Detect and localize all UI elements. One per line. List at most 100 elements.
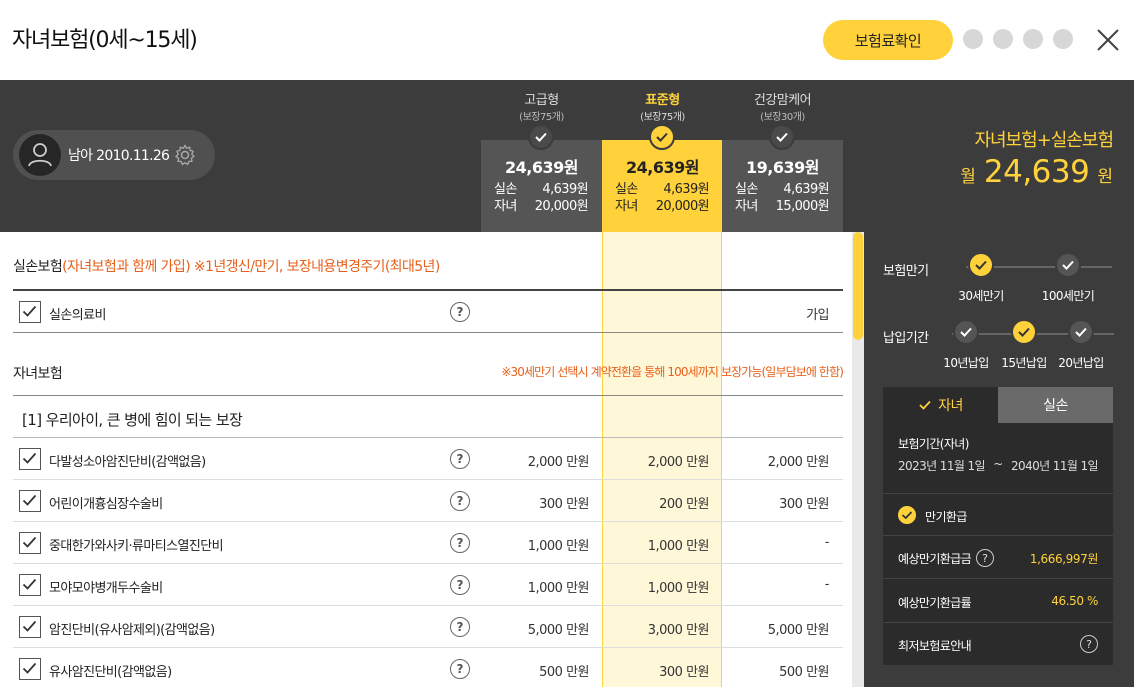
row-value-standard: 2,000 만원	[647, 455, 710, 470]
period-dates: 2023년 11월 1일 ~ 2040년 11월 1일	[898, 457, 1099, 474]
check-icon	[1075, 327, 1087, 337]
help-icon[interactable]: ?	[450, 491, 470, 511]
row-value-standard: 200 만원	[659, 497, 709, 512]
checkbox[interactable]	[19, 301, 41, 323]
table-row: 암진단비(유사암제외)(감액없음) ? 5,000 만원 3,000 만원 5,…	[13, 606, 843, 648]
row-value-standard: 1,000 만원	[647, 581, 710, 596]
help-icon[interactable]: ?	[1080, 635, 1098, 653]
payment-option-15[interactable]	[1011, 319, 1037, 345]
tab-child[interactable]: 자녀	[883, 387, 998, 423]
help-icon[interactable]: ?	[976, 549, 994, 567]
row-value-health: 500 만원	[779, 665, 829, 680]
plan-premium[interactable]: 고급형 (보장75개) 24,639원 실손 4,639원 자녀 20,000원	[481, 80, 602, 232]
plan-price-box: 24,639원 실손 4,639원 자녀 20,000원	[602, 140, 723, 232]
summary-amount: 월 24,639 원	[960, 154, 1113, 190]
plan-coverage-count: (보장30개)	[760, 112, 805, 123]
step-dot	[993, 29, 1013, 49]
check-circle-icon	[898, 506, 916, 524]
maturity-option-100[interactable]	[1055, 252, 1081, 278]
detail-tabs: 자녀 실손	[883, 387, 1113, 423]
row-value-health: 300 만원	[779, 497, 829, 512]
plan-coverage-count: (보장75개)	[519, 112, 564, 123]
row-value-standard: 3,000 만원	[647, 623, 710, 638]
section-title-child: 자녀보험	[13, 366, 63, 382]
check-icon	[1062, 260, 1074, 270]
coverage-table[interactable]: 실손보험(자녀보험과 함께 가입) ※1년갱신/만기, 보장내용변경주기(최대5…	[0, 232, 852, 687]
payment-label: 납입기간	[883, 331, 929, 346]
help-icon[interactable]: ?	[450, 302, 470, 322]
plan-price: 24,639원	[626, 158, 699, 177]
table-row: 모야모야병개두수술비 ? 1,000 만원 1,000 만원 -	[13, 564, 843, 606]
check-premium-button[interactable]: 보험료확인	[823, 20, 953, 60]
step-dot	[1023, 29, 1043, 49]
summary-unit: 원	[1097, 167, 1113, 187]
table-row: 다발성소아암진단비(감액없음) ? 2,000 만원 2,000 만원 2,00…	[13, 438, 843, 480]
plan-child-row: 자녀 20,000원	[615, 195, 710, 214]
expected-refund-label: 예상만기환급금	[898, 552, 972, 566]
section-note-child: ※30세만기 선택시 계약전환을 통해 100세까지 보장가능(일부담보에 한함…	[501, 365, 844, 379]
profile-label: 남아 2010.11.26	[68, 148, 170, 164]
plan-coverage-count: (보장75개)	[640, 112, 685, 123]
plan-name: 표준형	[645, 93, 680, 108]
help-icon[interactable]: ?	[450, 575, 470, 595]
top-bar: 자녀보험(0세~15세) 보험료확인	[0, 0, 1134, 80]
row-value-premium: 500 만원	[539, 665, 589, 680]
maturity-option-label: 30세만기	[958, 289, 1004, 303]
row-value-premium: 1,000 만원	[527, 539, 590, 554]
check-icon	[975, 260, 987, 270]
row-value-standard: 300 만원	[659, 665, 709, 680]
checkbox[interactable]	[19, 574, 41, 596]
row-value-health: 5,000 만원	[767, 623, 830, 638]
row-value-standard: 1,000 만원	[647, 539, 710, 554]
plan-price: 24,639원	[505, 158, 578, 177]
maturity-label: 보험만기	[883, 264, 929, 279]
payment-option-label: 20년납입	[1058, 356, 1104, 370]
plan-child-row: 자녀 15,000원	[735, 195, 830, 214]
row-value: 20,000원	[655, 199, 710, 214]
plan-standard[interactable]: 표준형 (보장75개) 24,639원 실손 4,639원 자녀 20,000원	[602, 80, 723, 232]
checkbox[interactable]	[19, 490, 41, 512]
row-value: 15,000원	[775, 199, 830, 214]
checkbox[interactable]	[19, 532, 41, 554]
tab-silson[interactable]: 실손	[998, 387, 1113, 423]
row-value-premium: 300 만원	[539, 497, 589, 512]
avatar	[19, 134, 61, 176]
row-label: 실손의료비	[49, 308, 106, 323]
row-value: 가입	[806, 308, 829, 323]
period-separator: ~	[993, 457, 1003, 471]
section-note: (자녀보험과 함께 가입) ※1년갱신/만기, 보장내용변경주기(최대5년)	[62, 259, 440, 275]
plan-selector-band: 남아 2010.11.26 고급형 (보장75개) 24,639원 실손 4,63…	[0, 80, 1134, 232]
row-value-health: 2,000 만원	[767, 455, 830, 470]
row-value-health: -	[824, 577, 830, 592]
summary-title: 자녀보험+실손보험	[974, 130, 1114, 151]
checkbox[interactable]	[19, 658, 41, 680]
checkbox[interactable]	[19, 616, 41, 638]
help-icon[interactable]: ?	[450, 533, 470, 553]
table-row-silson: 실손의료비 ? 가입	[13, 291, 843, 333]
step-dot	[963, 29, 983, 49]
payment-option-20[interactable]	[1068, 319, 1094, 345]
row-label: 자녀	[494, 199, 517, 214]
plan-health-mom-care[interactable]: 건강맘케어 (보장30개) 19,639원 실손 4,639원 자녀 15,000원	[722, 80, 843, 232]
row-label: 다발성소아암진단비(감액없음)	[49, 455, 206, 470]
table-row: 어린이개흉심장수술비 ? 300 만원 200 만원 300 만원	[13, 480, 843, 522]
close-icon[interactable]	[1094, 26, 1122, 54]
section-title-silson: 실손보험(자녀보험과 함께 가입) ※1년갱신/만기, 보장내용변경주기(최대5…	[13, 256, 440, 276]
help-icon[interactable]: ?	[450, 617, 470, 637]
profile-pill[interactable]: 남아 2010.11.26	[13, 130, 215, 180]
gear-icon[interactable]	[173, 143, 197, 167]
options-panel: 보험만기 30세만기 100세만기 납입기간 10년납입 15년납입 20년납입…	[864, 232, 1134, 687]
payment-option-10[interactable]	[953, 319, 979, 345]
min-premium-row: 최저보험료안내 ?	[883, 623, 1113, 665]
summary-prefix: 월	[960, 167, 976, 187]
scrollbar-thumb[interactable]	[853, 232, 863, 340]
refund-row: 만기환급	[883, 494, 1113, 536]
row-label: 모야모야병개두수술비	[49, 581, 163, 596]
help-icon[interactable]: ?	[450, 659, 470, 679]
maturity-option-30[interactable]	[968, 252, 994, 278]
checkbox[interactable]	[19, 448, 41, 470]
tab-label: 자녀	[938, 398, 963, 414]
plan-price-box: 24,639원 실손 4,639원 자녀 20,000원	[481, 140, 602, 232]
section-title-text: 실손보험	[13, 259, 63, 275]
help-icon[interactable]: ?	[450, 449, 470, 469]
